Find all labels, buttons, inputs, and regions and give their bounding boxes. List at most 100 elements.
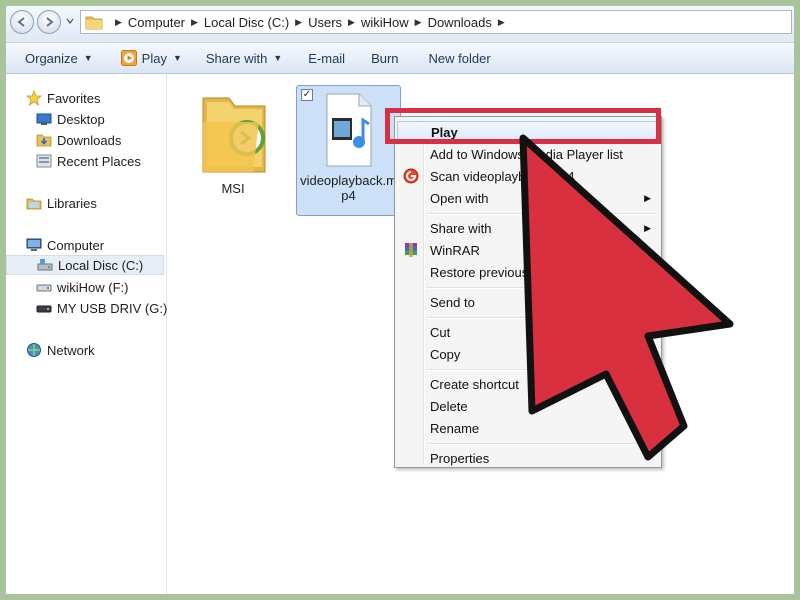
sidebar-item-network[interactable]: Network <box>26 340 184 360</box>
sidebar-item-label: MY USB DRIV (G:) <box>57 300 168 316</box>
downloads-folder-icon <box>36 134 52 147</box>
sidebar-item-label: Computer <box>47 237 105 253</box>
menu-item-label: Share with <box>430 220 492 236</box>
chevron-down-icon: ▼ <box>273 53 283 63</box>
explorer-window: ▶ Computer ▶ Local Disc (C:) ▶ Users ▶ w… <box>6 6 794 594</box>
folder-icon <box>202 97 266 173</box>
menu-item-properties[interactable]: Properties <box>397 447 659 469</box>
sidebar-item-label: Recent Places <box>57 153 141 169</box>
breadcrumb-downloads[interactable]: Downloads <box>428 15 492 30</box>
file-name-line-1: videoplayback.m <box>300 173 397 188</box>
burn-button[interactable]: Burn <box>371 51 398 66</box>
menu-item-add-to-wmp-list[interactable]: Add to Windows Media Player list <box>397 143 659 165</box>
menu-item-restore-previous[interactable]: Restore previous versions <box>397 261 659 283</box>
file-name-line-2: p4 <box>341 188 356 203</box>
breadcrumb-separator-icon: ▶ <box>295 16 303 27</box>
menu-item-label: Scan videoplayback.mp4 <box>430 168 575 184</box>
network-icon <box>27 343 41 357</box>
chevron-down-icon: ▼ <box>172 53 182 63</box>
menu-item-share-with[interactable]: Share with ▶ <box>397 217 659 239</box>
back-button[interactable] <box>10 10 34 34</box>
new-folder-button[interactable]: New folder <box>429 51 491 66</box>
breadcrumb-users[interactable]: Users <box>308 15 342 30</box>
star-icon <box>26 90 42 106</box>
menu-item-rename[interactable]: Rename <box>397 417 659 439</box>
share-with-button[interactable]: Share with ▼ <box>206 51 282 66</box>
usb-drive-icon <box>36 305 52 313</box>
breadcrumb-local-disc[interactable]: Local Disc (C:) <box>204 15 289 30</box>
sidebar-item-favorites[interactable]: Favorites <box>26 88 184 108</box>
menu-item-label: Cut <box>430 324 451 340</box>
menu-separator <box>427 369 657 371</box>
organize-button[interactable]: Organize ▼ <box>25 51 93 66</box>
menu-item-label: Create shortcut <box>430 376 519 392</box>
recent-places-icon <box>36 154 52 168</box>
menu-separator <box>427 213 657 215</box>
menu-item-open-with[interactable]: Open with ▶ <box>397 187 659 209</box>
folder-icon <box>85 16 103 30</box>
menu-item-label: WinRAR <box>430 242 480 258</box>
sidebar-item-label: Downloads <box>57 132 122 148</box>
play-highlight-box <box>385 108 661 144</box>
file-item-videoplayback[interactable]: ✓ videoplayback.m p4 <box>296 85 401 216</box>
sidebar-item-label: Favorites <box>47 90 101 106</box>
local-disk-icon <box>37 259 53 271</box>
menu-item-label: Rename <box>430 420 480 436</box>
email-button[interactable]: E-mail <box>308 51 345 66</box>
organize-label: Organize <box>25 50 78 66</box>
menu-item-winrar[interactable]: WinRAR <box>397 239 659 261</box>
submenu-arrow-icon: ▶ <box>644 192 651 203</box>
sidebar-item-label: Libraries <box>47 195 97 211</box>
share-with-label: Share with <box>205 50 268 66</box>
address-bar: ▶ Computer ▶ Local Disc (C:) ▶ Users ▶ w… <box>6 6 794 43</box>
menu-item-scan[interactable]: Scan videoplayback.mp4 <box>397 165 659 187</box>
menu-item-label: Send to <box>430 294 475 310</box>
command-bar: Organize ▼ Play ▼ Share with ▼ E-mail Bu… <box>6 43 794 74</box>
forward-button[interactable] <box>37 10 61 34</box>
menu-item-send-to[interactable]: Send to <box>397 291 659 313</box>
sidebar-item-libraries[interactable]: Libraries <box>26 193 184 213</box>
play-label: Play <box>141 50 167 66</box>
menu-item-label: Copy <box>430 346 461 362</box>
recent-pages-chevron-icon[interactable] <box>66 17 74 25</box>
menu-item-delete[interactable]: Delete <box>397 395 659 417</box>
breadcrumb-separator-icon: ▶ <box>191 16 198 27</box>
sidebar-item-label: wikiHow (F:) <box>57 279 129 295</box>
libraries-icon <box>26 198 42 210</box>
menu-separator <box>427 443 657 445</box>
menu-item-label: Restore previous versions <box>430 264 581 280</box>
desktop-icon <box>36 113 52 125</box>
sidebar-item-label: Desktop <box>57 111 105 127</box>
file-item-msi[interactable]: MSI <box>191 82 275 202</box>
breadcrumb-separator-icon: ▶ <box>348 16 355 27</box>
chevron-down-icon: ▼ <box>83 53 93 63</box>
antivirus-icon <box>403 168 419 184</box>
breadcrumb-wikihow[interactable]: wikiHow <box>361 15 409 30</box>
play-button[interactable]: Play ▼ <box>120 50 182 66</box>
selection-checkbox[interactable]: ✓ <box>301 89 313 101</box>
submenu-arrow-icon: ▶ <box>644 222 651 233</box>
winrar-icon <box>405 243 417 257</box>
burn-label: Burn <box>371 50 399 66</box>
new-folder-label: New folder <box>428 50 491 66</box>
menu-item-copy[interactable]: Copy <box>397 343 659 365</box>
computer-icon <box>26 238 42 251</box>
sidebar-item-label: Network <box>47 342 95 358</box>
menu-item-label: Open with <box>430 190 489 206</box>
breadcrumb-computer[interactable]: Computer <box>128 15 185 30</box>
menu-item-label: Add to Windows Media Player list <box>430 146 623 162</box>
email-label: E-mail <box>308 50 346 66</box>
breadcrumb[interactable]: ▶ Computer ▶ Local Disc (C:) ▶ Users ▶ w… <box>80 10 792 34</box>
menu-item-create-shortcut[interactable]: Create shortcut <box>397 373 659 395</box>
removable-drive-icon <box>36 284 52 292</box>
back-arrow-icon <box>17 17 25 27</box>
navigation-pane: Favorites Desktop Downloads Recent Place… <box>6 74 167 594</box>
breadcrumb-separator-icon: ▶ <box>115 16 122 27</box>
menu-item-cut[interactable]: Cut <box>397 321 659 343</box>
menu-item-label: Delete <box>430 398 468 414</box>
breadcrumb-separator-icon: ▶ <box>414 16 422 27</box>
sidebar-item-local-disc[interactable]: Local Disc (C:) <box>6 255 164 275</box>
sidebar-item-computer[interactable]: Computer <box>26 235 184 255</box>
media-player-icon <box>120 50 137 66</box>
menu-item-label: Properties <box>430 450 490 466</box>
